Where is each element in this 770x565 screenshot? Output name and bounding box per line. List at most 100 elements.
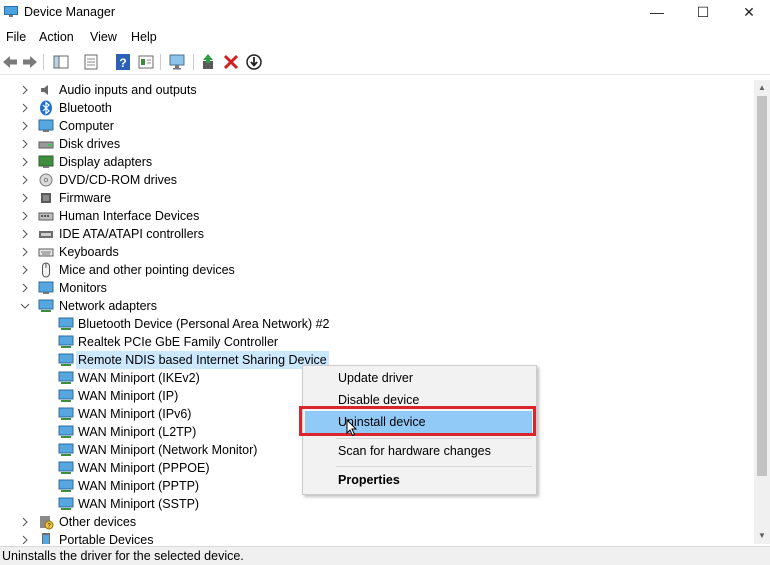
disable-icon[interactable] [245,53,263,71]
chevron-right-icon[interactable] [20,171,30,189]
menu-view[interactable]: View [90,30,117,44]
menu-help[interactable]: Help [131,30,157,44]
view-icon[interactable] [137,53,155,71]
back-icon[interactable] [1,53,19,71]
other-devices-icon: ? [40,516,54,530]
menu-item-properties[interactable]: Properties [305,469,532,491]
close-button[interactable]: ✕ [726,0,770,26]
portable-icon [42,533,50,544]
title-bar: Device Manager — ☐ ✕ [0,0,770,26]
update-driver-icon[interactable] [200,53,218,71]
tree-item-label: Keyboards [59,245,119,259]
tree-item-label: Audio inputs and outputs [59,83,197,97]
computer-icon [38,119,54,132]
bluetooth-icon [40,100,52,116]
tree-item-label: Monitors [59,281,107,295]
tree-item-label: Disk drives [59,137,121,151]
tree-child-label: Remote NDIS based Internet Sharing Devic… [76,351,329,369]
chevron-right-icon[interactable] [20,99,30,117]
tree-child-label: WAN Miniport (IKEv2) [78,371,200,385]
chevron-right-icon[interactable] [20,279,30,297]
speaker-icon [41,85,48,95]
hid-icon [38,212,54,221]
network-adapter-icon [58,407,74,420]
menu-item-scan-hardware[interactable]: Scan for hardware changes [305,440,532,462]
toolbar-divider [193,54,194,70]
menu-bar: File Action View Help [0,28,770,48]
network-adapter-icon [58,389,74,402]
network-adapter-icon [58,461,74,474]
forward-icon[interactable] [21,53,39,71]
menu-action[interactable]: Action [39,30,74,44]
properties-icon[interactable] [82,53,100,71]
tree-child-label: Realtek PCIe GbE Family Controller [78,335,279,349]
network-adapter-icon [58,479,74,492]
scroll-up-icon[interactable]: ▲ [754,80,770,96]
chevron-right-icon[interactable] [20,225,30,243]
chevron-right-icon[interactable] [20,135,30,153]
network-adapter-icon [58,353,74,366]
tree-child-label: WAN Miniport (SSTP) [78,497,200,511]
network-icon [38,299,54,312]
tree-item-label: Human Interface Devices [59,209,200,223]
tree-child-label: Bluetooth Device (Personal Area Network)… [78,317,330,331]
vertical-scrollbar[interactable]: ▲ ▼ [754,80,770,544]
toolbar: ? [0,50,770,75]
chevron-right-icon[interactable] [20,207,30,225]
tree-item-label: Mice and other pointing devices [59,263,235,277]
tree-child-label: WAN Miniport (PPPOE) [78,461,210,475]
tree-item-label: Computer [59,119,114,133]
chevron-right-icon[interactable] [20,153,30,171]
svg-text:?: ? [119,56,126,70]
dvd-icon [39,173,53,187]
show-hide-tree-icon[interactable] [52,53,70,71]
chevron-right-icon[interactable] [20,513,30,531]
chevron-down-icon[interactable] [20,297,30,315]
tree-item-label: Display adapters [59,155,153,169]
display-icon [38,155,54,168]
scroll-thumb[interactable] [757,96,767,476]
network-adapter-icon [58,335,74,348]
status-text: Uninstalls the driver for the selected d… [2,549,244,563]
chevron-right-icon[interactable] [20,243,30,261]
menu-item-label: Update driver [338,371,414,385]
keyboard-icon [38,248,54,257]
chevron-right-icon[interactable] [20,531,30,544]
network-adapter-icon [58,443,74,456]
chevron-right-icon[interactable] [20,189,30,207]
tree-item-label: Network adapters [59,299,157,313]
tree-item-label: Other devices [59,515,137,529]
menu-item-label: Properties [338,473,400,487]
menu-item-update-driver[interactable]: Update driver [305,367,532,389]
maximize-button[interactable]: ☐ [680,0,726,26]
status-bar: Uninstalls the driver for the selected d… [0,546,770,565]
disk-icon [38,141,54,149]
tree-item-label: Firmware [59,191,112,205]
menu-file[interactable]: File [6,30,26,44]
tree-item-label: IDE ATA/ATAPI controllers [59,227,204,241]
menu-separator [336,438,532,439]
chevron-right-icon[interactable] [20,81,30,99]
annotation-highlight-box [299,406,536,436]
monitor-icon [38,281,54,294]
tree-child-label: WAN Miniport (L2TP) [78,425,197,439]
scroll-down-icon[interactable]: ▼ [754,528,770,544]
toolbar-divider [160,54,161,70]
tree-child-label: WAN Miniport (PPTP) [78,479,200,493]
minimize-button[interactable]: — [634,0,680,26]
toolbar-divider [43,54,44,70]
chevron-right-icon[interactable] [20,117,30,135]
tree-item-label: DVD/CD-ROM drives [59,173,178,187]
tree-child-label: WAN Miniport (Network Monitor) [78,443,258,457]
chevron-right-icon[interactable] [20,261,30,279]
tree-child-label: WAN Miniport (IP) [78,389,179,403]
monitor-icon[interactable] [168,53,186,71]
ide-icon [39,231,53,238]
mouse-icon [42,262,50,278]
uninstall-icon[interactable] [222,53,240,71]
network-adapter-icon [58,425,74,438]
help-icon[interactable]: ? [114,53,132,71]
network-adapter-icon [58,317,74,330]
tree-child-label: WAN Miniport (IPv6) [78,407,192,421]
window-title: Device Manager [24,5,116,19]
